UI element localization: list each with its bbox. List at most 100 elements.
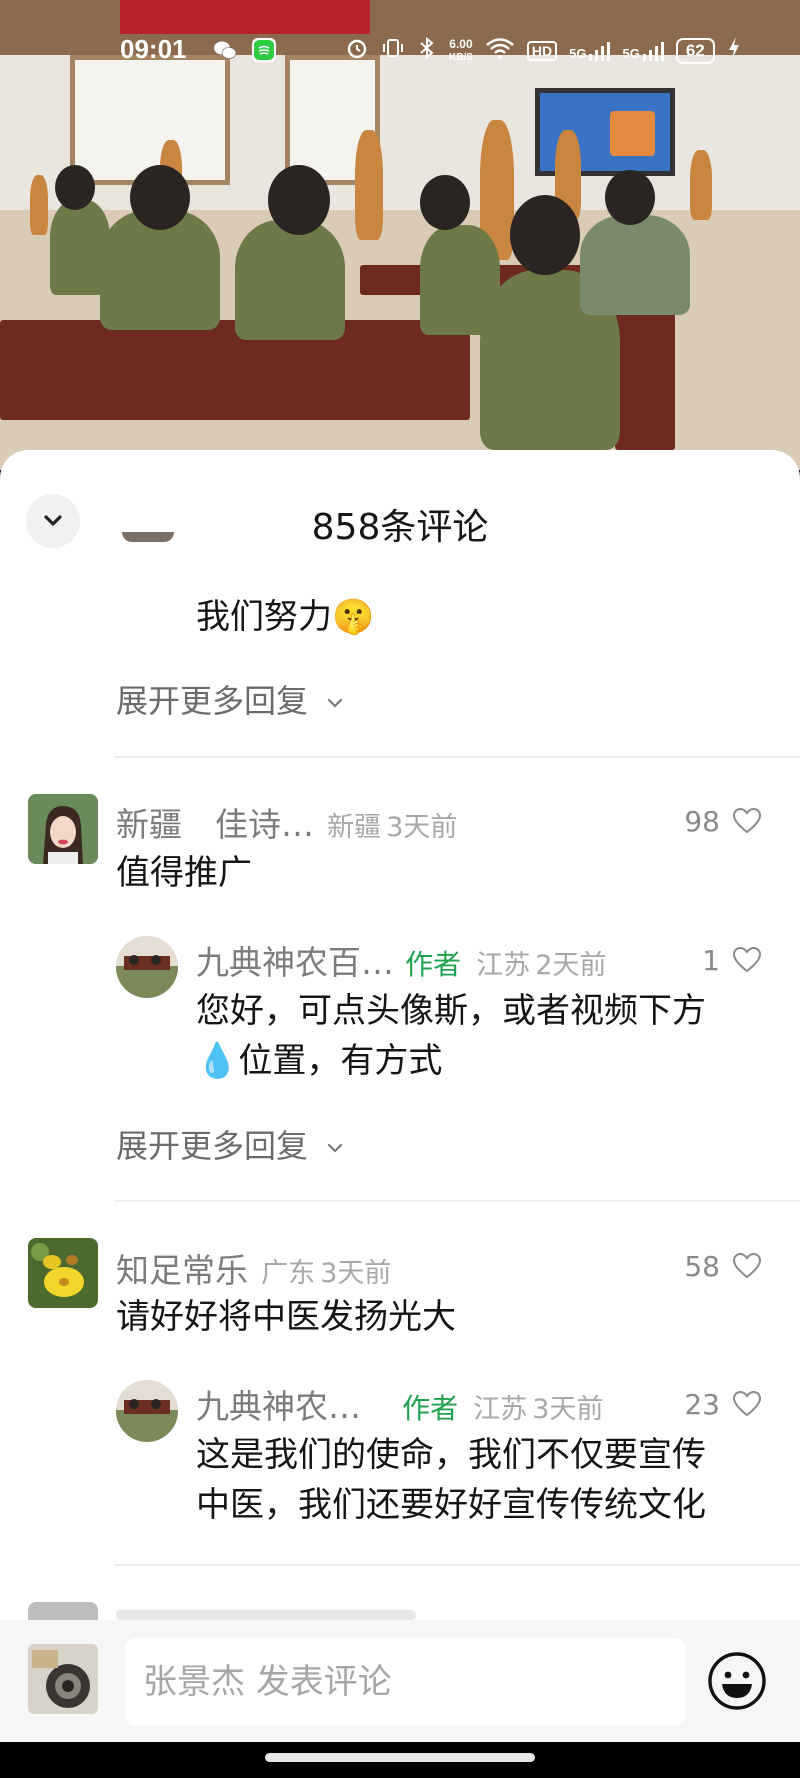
video-scene-student-head bbox=[130, 165, 190, 230]
bluetooth-icon bbox=[417, 36, 437, 65]
like-button[interactable] bbox=[732, 946, 762, 974]
comment-text: 请好好将中医发扬光大 bbox=[116, 1297, 456, 1337]
heart-icon bbox=[732, 1390, 762, 1417]
heart-icon bbox=[732, 807, 762, 834]
video-scene-student-head bbox=[55, 165, 95, 210]
comment-header-cutoff bbox=[116, 1610, 416, 1620]
reply-header: 九典神农… 作者 江苏 3天前 bbox=[196, 1380, 603, 1428]
heart-icon bbox=[732, 1252, 762, 1279]
reply-avatar[interactable] bbox=[116, 936, 178, 998]
comment-divider bbox=[115, 1200, 800, 1202]
status-icons: 6.00 KB/S HD 5G 5G 62 bbox=[345, 36, 741, 65]
comment-divider bbox=[115, 756, 800, 758]
network-speed-unit: KB/S bbox=[449, 51, 473, 63]
alarm-icon bbox=[345, 36, 369, 65]
wifi-icon bbox=[485, 36, 515, 65]
reply-text-line: 💧位置，有方式 bbox=[196, 1041, 443, 1081]
reply-header: 九典神农百… 作者 江苏 2天前 bbox=[196, 936, 606, 984]
like-count: 1 bbox=[702, 944, 720, 977]
reply-text-line: 这是我们的使命，我们不仅要宣传 bbox=[196, 1435, 706, 1475]
comment-sheet: 858条评论 我们努力🤫 展开更多回复 新疆 佳诗… 新疆 3天前 值得推广 9… bbox=[0, 450, 800, 1620]
like-button[interactable] bbox=[732, 807, 762, 835]
battery-indicator: 62 bbox=[675, 37, 715, 64]
video-scene-student-head bbox=[510, 195, 580, 275]
comment-time: 3天前 bbox=[386, 812, 458, 843]
reply-text: 我们努力🤫 bbox=[196, 597, 375, 637]
signal-bars-icon bbox=[589, 41, 611, 61]
home-indicator[interactable] bbox=[265, 1753, 535, 1762]
video-scene-model bbox=[355, 130, 383, 240]
reply-text-line: 您好，可点头像斯，或者视频下方 bbox=[196, 991, 706, 1031]
avatar-photo bbox=[28, 1644, 98, 1714]
video-scene-desk bbox=[0, 320, 470, 420]
signal-bars-icon bbox=[642, 41, 664, 61]
avatar-photo bbox=[28, 1238, 98, 1308]
vibrate-icon bbox=[381, 36, 405, 65]
comment-location: 广东 bbox=[261, 1258, 316, 1289]
comment-avatar[interactable] bbox=[28, 1238, 98, 1308]
network-speed-value: 6.00 bbox=[449, 36, 473, 51]
video-scene-student-head bbox=[605, 170, 655, 225]
my-avatar[interactable] bbox=[28, 1644, 98, 1714]
expand-more-replies-link[interactable]: 展开更多回复 bbox=[116, 1121, 346, 1167]
video-scene-model bbox=[690, 150, 712, 220]
video-scene-student bbox=[580, 215, 690, 315]
signal-1-label: 5G bbox=[569, 45, 587, 61]
like-count: 98 bbox=[684, 805, 720, 838]
chevron-down-icon bbox=[328, 698, 343, 708]
network-speed: 6.00 KB/S bbox=[449, 38, 473, 64]
comment-divider bbox=[115, 1564, 800, 1566]
comment-author-name[interactable]: 新疆 佳诗… bbox=[116, 805, 314, 844]
avatar-photo bbox=[116, 936, 178, 998]
comment-input-bar bbox=[0, 1620, 800, 1742]
comment-text: 值得推广 bbox=[116, 853, 252, 893]
comment-count-title: 858条评论 bbox=[311, 507, 489, 548]
comment-time: 3天前 bbox=[320, 1258, 392, 1289]
reply-author-name[interactable]: 九典神农百… bbox=[196, 943, 394, 982]
reply-text-line: 中医，我们还要好好宣传传统文化 bbox=[196, 1485, 706, 1525]
author-badge: 作者 bbox=[405, 948, 462, 981]
signal-1: 5G bbox=[569, 41, 611, 61]
emoji-button[interactable] bbox=[706, 1650, 768, 1712]
expand-more-replies-label: 展开更多回复 bbox=[116, 1127, 309, 1165]
like-count: 23 bbox=[684, 1388, 720, 1421]
like-button[interactable] bbox=[732, 1390, 762, 1418]
comment-avatar[interactable] bbox=[28, 794, 98, 864]
video-scene-model bbox=[30, 175, 48, 235]
comment-header: 新疆 佳诗… 新疆 3天前 bbox=[116, 798, 457, 846]
video-scene-student-head bbox=[420, 175, 470, 230]
emoji-smile-icon bbox=[708, 1652, 766, 1710]
comment-header: 知足常乐 广东 3天前 bbox=[116, 1244, 391, 1292]
reply-location: 江苏 bbox=[476, 950, 531, 981]
video-scene-student bbox=[420, 225, 500, 335]
video-scene-student bbox=[235, 220, 345, 340]
video-scene-student-head bbox=[268, 165, 330, 235]
charging-icon bbox=[727, 36, 741, 65]
heart-icon bbox=[732, 946, 762, 973]
video-scene-student bbox=[50, 200, 110, 295]
reply-avatar[interactable] bbox=[122, 532, 174, 542]
comment-author-name[interactable]: 知足常乐 bbox=[116, 1251, 248, 1290]
avatar-photo bbox=[28, 794, 98, 864]
signal-2-label: 5G bbox=[622, 45, 640, 61]
chevron-down-icon bbox=[328, 1143, 343, 1153]
like-count: 58 bbox=[684, 1250, 720, 1283]
avatar-photo bbox=[116, 1380, 178, 1442]
author-badge: 作者 bbox=[402, 1392, 459, 1425]
status-time: 09:01 bbox=[120, 34, 187, 64]
signal-2: 5G bbox=[622, 41, 664, 61]
reply-avatar[interactable] bbox=[116, 1380, 178, 1442]
app-notification-icon bbox=[252, 38, 276, 62]
wechat-icon bbox=[213, 38, 237, 62]
reply-location: 江苏 bbox=[473, 1394, 528, 1425]
comment-input[interactable] bbox=[125, 1638, 685, 1726]
reply-author-name[interactable]: 九典神农… bbox=[196, 1387, 361, 1426]
hd-indicator: HD bbox=[526, 40, 558, 61]
like-button[interactable] bbox=[732, 1252, 762, 1280]
expand-more-replies-label: 展开更多回复 bbox=[116, 682, 309, 720]
comment-avatar[interactable] bbox=[28, 1602, 98, 1620]
comment-location: 新疆 bbox=[327, 812, 382, 843]
reply-time: 2天前 bbox=[535, 950, 607, 981]
reply-time: 3天前 bbox=[532, 1394, 604, 1425]
expand-more-replies-link[interactable]: 展开更多回复 bbox=[116, 676, 346, 722]
